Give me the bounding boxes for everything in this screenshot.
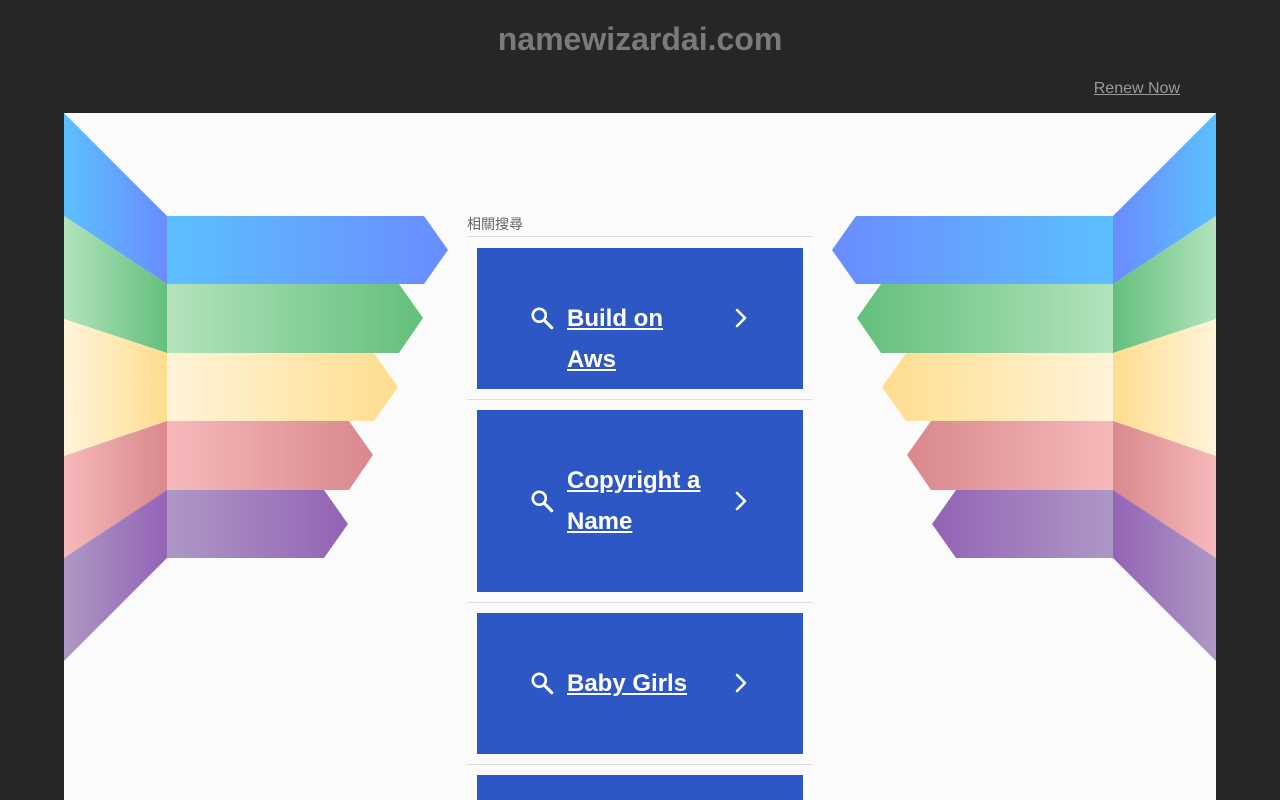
right-wing-blue-arrow: [832, 216, 1113, 284]
related-result-slot: Baby Girls: [467, 603, 813, 765]
left-wing-red-arrow: [167, 421, 373, 490]
related-search-label[interactable]: Baby Girls: [567, 663, 717, 704]
left-wing-yellow-arrow: [167, 353, 398, 421]
related-search-label[interactable]: Copyright a Name: [567, 460, 717, 542]
related-search-button[interactable]: Baby Girls: [477, 613, 803, 754]
search-icon: [531, 672, 554, 695]
related-result-slot: [467, 765, 813, 800]
search-icon: [531, 490, 554, 513]
renew-now-link[interactable]: Renew Now: [1094, 80, 1180, 98]
left-wing-green-arrow: [167, 284, 423, 353]
right-wing-yellow-arrow: [882, 353, 1113, 421]
right-wing-green-arrow: [857, 284, 1113, 353]
related-search-button[interactable]: [477, 775, 803, 800]
parking-panel: 相關搜尋 Build on Aws Copyright a Name Baby …: [64, 113, 1216, 800]
right-wing-red-arrow: [907, 421, 1113, 490]
related-search-button[interactable]: Copyright a Name: [477, 410, 803, 592]
search-icon: [531, 307, 554, 330]
domain-title: namewizardai.com: [497, 21, 783, 57]
related-search-button[interactable]: Build on Aws: [477, 248, 803, 389]
related-result-slot: Build on Aws: [467, 238, 813, 400]
right-wing-purple-arrow: [932, 490, 1113, 558]
left-wing-blue-arrow: [167, 216, 448, 284]
chevron-right-icon: [735, 673, 747, 693]
related-searches-heading: 相關搜尋: [467, 215, 813, 237]
chevron-right-icon: [735, 491, 747, 511]
related-result-slot: Copyright a Name: [467, 400, 813, 603]
chevron-right-icon: [735, 308, 747, 328]
related-search-label[interactable]: Build on Aws: [567, 298, 717, 380]
left-wing-purple-arrow: [167, 490, 348, 558]
